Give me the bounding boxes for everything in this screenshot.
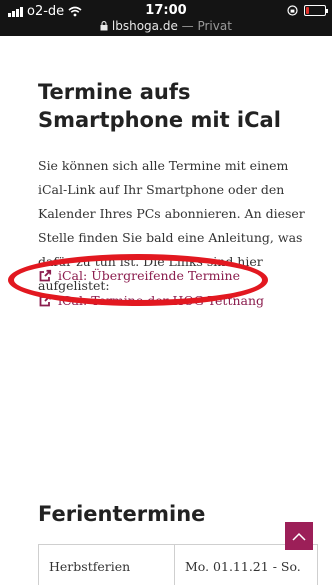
battery-icon — [304, 5, 328, 16]
battery-fill — [306, 7, 309, 14]
table-cell: Herbstferien — [38, 544, 175, 585]
page-title: Termine aufs Smartphone mit iCal — [38, 80, 281, 132]
url-text: lbshoga.de — [111, 19, 178, 33]
rotation-lock-icon — [287, 5, 298, 16]
status-icons — [287, 5, 328, 16]
clock: 17:00 — [145, 3, 187, 18]
section-title: Ferientermine — [38, 502, 206, 526]
chevron-up-icon — [292, 532, 306, 541]
scroll-to-top-button[interactable] — [285, 522, 313, 550]
table-cell: Mo. 01.11.21 - So. — [174, 544, 318, 585]
status-bar: o2-de 17:00 lbshoga.de — Privat — [0, 0, 332, 36]
address-bar[interactable]: lbshoga.de — Privat — [0, 19, 332, 33]
highlight-circle — [8, 254, 268, 306]
holiday-table: Herbstferien Mo. 01.11.21 - So. — [38, 544, 318, 585]
table-row: Herbstferien Mo. 01.11.21 - So. — [38, 544, 318, 585]
private-label: — Privat — [177, 19, 232, 33]
lock-icon — [100, 21, 108, 31]
